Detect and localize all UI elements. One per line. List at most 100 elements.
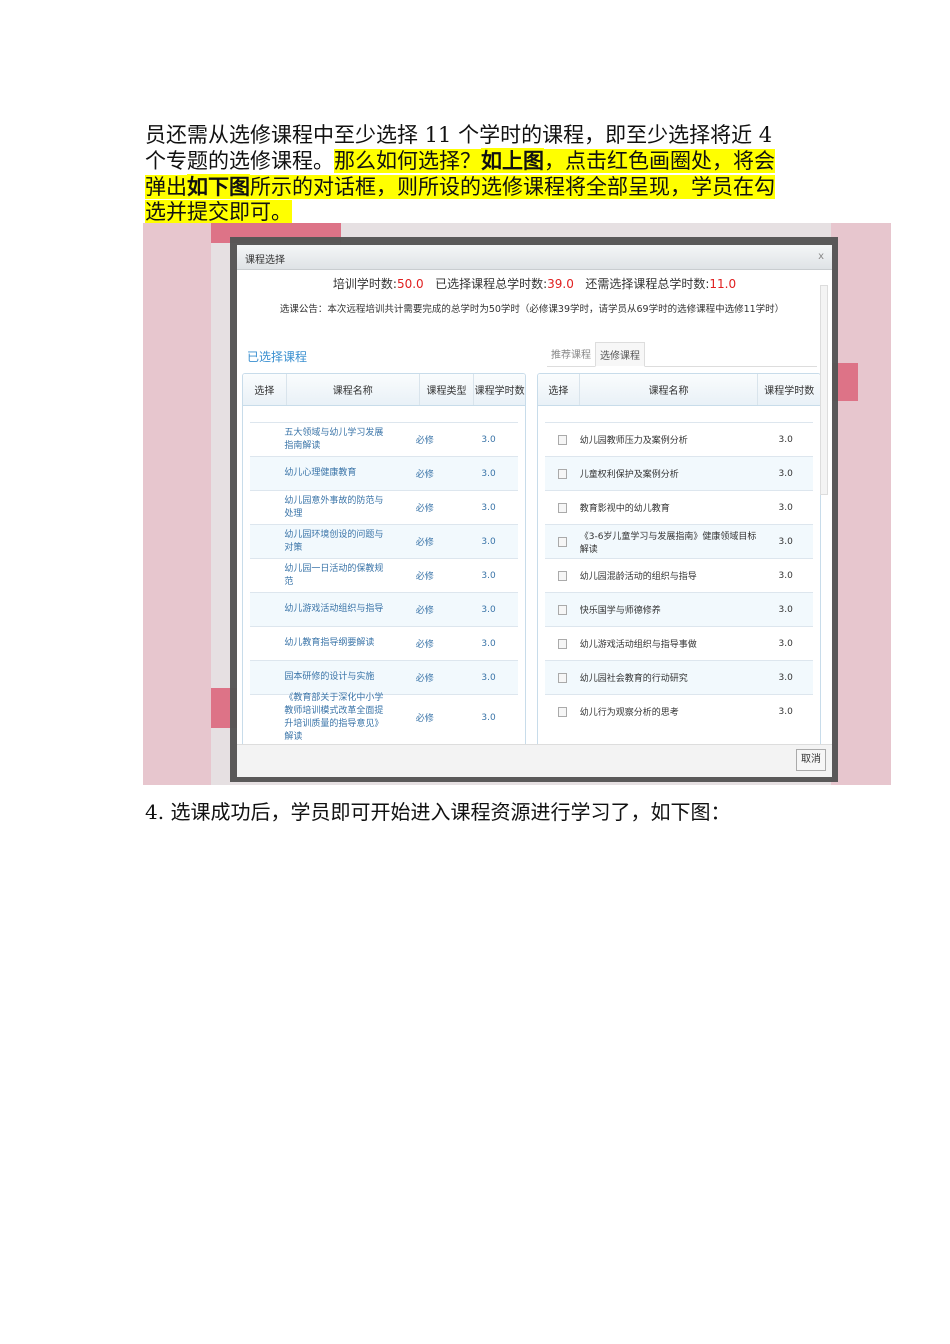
course-hours: 3.0 bbox=[481, 502, 496, 513]
course-name: 《3-6岁儿童学习与发展指南》健康领域目标解读 bbox=[579, 531, 757, 555]
para-line: 选并提交即可。 bbox=[145, 200, 815, 225]
course-name[interactable]: 幼儿园一日活动的保教规范 bbox=[284, 563, 390, 589]
select-cell bbox=[545, 706, 580, 717]
highlight-text: 弹出 bbox=[145, 175, 187, 199]
course-name[interactable]: 《教育部关于深化中小学教师培训模式改革全面提升培训质量的指导意见》解读 bbox=[284, 692, 390, 744]
table-row: 幼儿行为观察分析的思考 3.0 bbox=[545, 694, 813, 728]
course-hours: 3.0 bbox=[481, 712, 496, 723]
table-row: 幼儿游戏活动组织与指导 必修 3.0 bbox=[250, 592, 518, 626]
course-hours: 3.0 bbox=[778, 706, 793, 717]
course-select-dialog: 课程选择 x 培训学时数:50.0 已选择课程总学时数:39.0 还需选择课程总学… bbox=[237, 245, 832, 777]
course-hours: 3.0 bbox=[481, 468, 496, 479]
course-hours: 3.0 bbox=[778, 468, 793, 479]
select-cell bbox=[545, 536, 580, 547]
table-row: 《教育部关于深化中小学教师培训模式改革全面提升培训质量的指导意见》解读 必修 3.0 bbox=[250, 693, 518, 742]
highlight-text: 那么如何选择？ bbox=[334, 149, 481, 173]
course-type: 必修 bbox=[415, 606, 434, 616]
course-checkbox[interactable] bbox=[557, 706, 567, 717]
table-row: 五大领域与幼儿学习发展指南解读 必修 3.0 bbox=[250, 422, 518, 456]
table-row: 儿童权利保护及案例分析 3.0 bbox=[545, 456, 813, 490]
table-row: 《3-6岁儿童学习与发展指南》健康领域目标解读 3.0 bbox=[545, 524, 813, 558]
text: 个专题的选修课程。 bbox=[145, 149, 334, 173]
elective-courses-table: 选择 课程名称 课程学时数 幼儿园教师压力及案例分析 3.0 儿童权利保护及案例分析… bbox=[537, 373, 821, 753]
selected-courses-heading: 已选择课程 bbox=[247, 350, 308, 364]
course-checkbox[interactable] bbox=[557, 502, 567, 513]
select-cell bbox=[545, 502, 580, 513]
course-checkbox[interactable] bbox=[557, 638, 567, 649]
course-name: 儿童权利保护及案例分析 bbox=[579, 470, 679, 480]
selected-hours-value: 39.0 bbox=[547, 277, 574, 291]
cancel-button[interactable]: 取消 bbox=[796, 749, 826, 771]
course-name[interactable]: 幼儿教育指导纲要解读 bbox=[284, 637, 390, 650]
course-name: 教育影视中的幼儿教育 bbox=[579, 504, 670, 514]
course-checkbox[interactable] bbox=[557, 604, 567, 615]
select-cell bbox=[545, 434, 580, 445]
table-row: 幼儿教育指导纲要解读 必修 3.0 bbox=[250, 626, 518, 660]
table-row: 快乐国学与师德修养 3.0 bbox=[545, 592, 813, 626]
course-hours: 3.0 bbox=[481, 604, 496, 615]
course-name[interactable]: 幼儿游戏活动组织与指导 bbox=[284, 603, 390, 616]
needed-hours-label: 还需选择课程总学时数: bbox=[585, 277, 710, 291]
course-type: 必修 bbox=[415, 436, 434, 446]
course-type: 必修 bbox=[415, 640, 434, 650]
course-name[interactable]: 幼儿园意外事故的防范与处理 bbox=[284, 495, 390, 521]
para-line: 弹出如下图所示的对话框，则所设的选修课程将全部呈现，学员在勾 bbox=[145, 174, 815, 200]
course-name[interactable]: 幼儿心理健康教育 bbox=[284, 467, 390, 480]
course-hours: 3.0 bbox=[778, 672, 793, 683]
selected-hours-label: 已选择课程总学时数: bbox=[435, 277, 548, 291]
column-header: 课程名称 bbox=[580, 374, 759, 405]
table-body: 幼儿园教师压力及案例分析 3.0 儿童权利保护及案例分析 3.0 教育影视中的幼儿教育 3… bbox=[545, 422, 813, 728]
tab-elective[interactable]: 选修课程 bbox=[595, 342, 645, 367]
highlight-text: 选并提交即可。 bbox=[145, 200, 292, 224]
dialog-title: 课程选择 bbox=[245, 255, 285, 266]
select-cell bbox=[545, 570, 580, 581]
course-type: 必修 bbox=[415, 572, 434, 582]
course-name[interactable]: 园本研修的设计与实施 bbox=[284, 671, 390, 684]
course-hours: 3.0 bbox=[481, 638, 496, 649]
course-checkbox[interactable] bbox=[557, 468, 567, 479]
table-row: 教育影视中的幼儿教育 3.0 bbox=[545, 490, 813, 524]
course-hours: 3.0 bbox=[778, 638, 793, 649]
train-hours-value: 50.0 bbox=[396, 277, 424, 291]
column-header: 课程学时数 bbox=[764, 386, 815, 397]
tab-recommended[interactable]: 推荐课程 bbox=[547, 342, 595, 366]
select-cell bbox=[545, 468, 580, 479]
highlight-text: 所示的对话框，则所设的选修课程将全部呈现，学员在勾 bbox=[250, 175, 775, 199]
column-header: 课程名称 bbox=[287, 374, 420, 405]
course-tabs: 推荐课程 选修课程 bbox=[547, 342, 817, 367]
table-row: 幼儿园环境创设的问题与对策 必修 3.0 bbox=[250, 524, 518, 558]
course-hours: 3.0 bbox=[778, 570, 793, 581]
table-row: 幼儿园社会教育的行动研究 3.0 bbox=[545, 660, 813, 694]
course-name: 幼儿行为观察分析的思考 bbox=[579, 708, 679, 718]
highlight-bold-text: 如上图 bbox=[481, 148, 544, 173]
scrollbar[interactable] bbox=[820, 285, 828, 495]
train-hours-label: 培训学时数: bbox=[332, 277, 397, 291]
course-name[interactable]: 幼儿园环境创设的问题与对策 bbox=[284, 529, 390, 555]
course-checkbox[interactable] bbox=[557, 672, 567, 683]
table-row: 幼儿园一日活动的保教规范 必修 3.0 bbox=[250, 558, 518, 592]
course-name: 幼儿园混龄活动的组织与指导 bbox=[579, 572, 697, 582]
close-icon[interactable]: x bbox=[818, 251, 824, 262]
course-name[interactable]: 五大领域与幼儿学习发展指南解读 bbox=[284, 427, 390, 453]
step-4-text: 4. 选课成功后，学员即可开始进入课程资源进行学习了，如下图： bbox=[145, 800, 731, 824]
hours-summary: 培训学时数:50.0 已选择课程总学时数:39.0 还需选择课程总学时数:11.… bbox=[237, 275, 832, 292]
select-cell bbox=[545, 638, 580, 649]
table-header: 选择 课程名称 课程类型 课程学时数 bbox=[243, 374, 525, 406]
course-type: 必修 bbox=[415, 504, 434, 514]
course-hours: 3.0 bbox=[778, 434, 793, 445]
table-row: 幼儿园教师压力及案例分析 3.0 bbox=[545, 422, 813, 456]
course-hours: 3.0 bbox=[481, 536, 496, 547]
column-header: 课程学时数 bbox=[474, 386, 525, 397]
text: 员还需从选修课程中至少选择 11 个学时的课程，即至少选择将近 4 bbox=[145, 123, 773, 147]
course-checkbox[interactable] bbox=[557, 570, 567, 581]
screenshot: 课程选择 x 培训学时数:50.0 已选择课程总学时数:39.0 还需选择课程总学… bbox=[143, 223, 891, 785]
table-row: 幼儿园意外事故的防范与处理 必修 3.0 bbox=[250, 490, 518, 524]
selected-courses-table: 选择 课程名称 课程类型 课程学时数 五大领域与幼儿学习发展指南解读 必修 3.0 幼… bbox=[242, 373, 526, 753]
course-checkbox[interactable] bbox=[557, 434, 567, 445]
course-type: 必修 bbox=[415, 714, 434, 724]
course-checkbox[interactable] bbox=[557, 536, 567, 547]
course-name: 幼儿游戏活动组织与指导事做 bbox=[579, 640, 697, 650]
course-type: 必修 bbox=[415, 538, 434, 548]
course-hours: 3.0 bbox=[778, 604, 793, 615]
para-line: 员还需从选修课程中至少选择 11 个学时的课程，即至少选择将近 4 bbox=[145, 123, 815, 148]
